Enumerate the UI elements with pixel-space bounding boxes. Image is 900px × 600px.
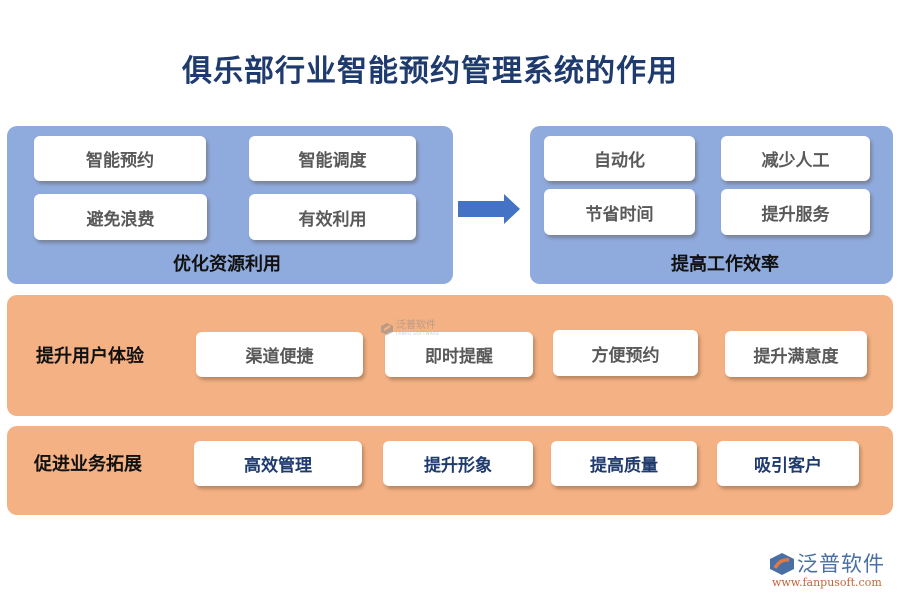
logo-name: 泛普软件 [797, 552, 885, 576]
card-label: 高效管理 [244, 456, 312, 476]
card-label: 提升满意度 [753, 346, 839, 367]
card-label: 即时提醒 [425, 347, 493, 367]
logo-url: www.fanpusoft.com [772, 576, 882, 589]
watermark: 泛普软件 FANPU SOFTWARE [381, 321, 439, 336]
optimize-item-card: 智能调度 [249, 136, 416, 181]
watermark-sub: FANPU SOFTWARE [396, 331, 440, 336]
business-item-card: 提升形象 [383, 441, 533, 486]
right-arrow-icon [458, 194, 520, 224]
efficiency-item-card: 提升服务 [721, 189, 870, 235]
optimize-item-card: 避免浪费 [34, 194, 207, 240]
optimize-resources-panel: 智能预约 智能调度 避免浪费 有效利用 优化资源利用 [7, 126, 453, 284]
business-item-card: 高效管理 [194, 441, 362, 486]
card-label: 提升服务 [761, 204, 830, 225]
business-item-card: 提高质量 [551, 441, 697, 486]
card-label: 提升形象 [424, 456, 492, 476]
panel-caption: 优化资源利用 [173, 254, 281, 275]
user-experience-item-card: 即时提醒 [385, 332, 533, 377]
optimize-item-card: 智能预约 [34, 136, 206, 181]
business-item-card: 吸引客户 [717, 441, 859, 486]
row-label: 促进业务拓展 [34, 454, 142, 475]
user-experience-item-card: 提升满意度 [725, 331, 867, 377]
user-experience-item-card: 方便预约 [553, 330, 698, 376]
card-label: 智能调度 [298, 151, 367, 171]
card-label: 节省时间 [585, 204, 654, 225]
business-expansion-panel: 促进业务拓展 高效管理 提升形象 提高质量 吸引客户 [7, 426, 893, 515]
card-label: 提高质量 [590, 456, 658, 476]
page-title: 俱乐部行业智能预约管理系统的作用 [182, 54, 678, 89]
efficiency-item-card: 自动化 [544, 136, 695, 181]
fanpu-logo-icon [381, 322, 393, 335]
card-label: 智能预约 [86, 151, 154, 171]
card-label: 方便预约 [591, 345, 660, 366]
efficiency-item-card: 节省时间 [544, 189, 695, 235]
row-label: 提升用户体验 [36, 346, 144, 367]
optimize-item-card: 有效利用 [249, 194, 416, 240]
improve-efficiency-panel: 自动化 减少人工 节省时间 提升服务 提高工作效率 [530, 126, 893, 284]
panel-caption: 提高工作效率 [671, 254, 779, 275]
card-label: 吸引客户 [754, 456, 822, 476]
fanpu-logo-icon [770, 553, 794, 575]
card-label: 减少人工 [761, 151, 830, 171]
fanpu-logo: 泛普软件 www.fanpusoft.com [770, 552, 895, 594]
user-experience-item-card: 渠道便捷 [196, 332, 363, 377]
card-label: 自动化 [594, 151, 645, 171]
efficiency-item-card: 减少人工 [721, 136, 870, 181]
card-label: 渠道便捷 [245, 347, 314, 367]
card-label: 避免浪费 [86, 209, 155, 230]
watermark-name: 泛普软件 [396, 320, 436, 331]
card-label: 有效利用 [298, 209, 367, 230]
user-experience-panel: 提升用户体验 渠道便捷 即时提醒 方便预约 提升满意度 [7, 295, 893, 416]
